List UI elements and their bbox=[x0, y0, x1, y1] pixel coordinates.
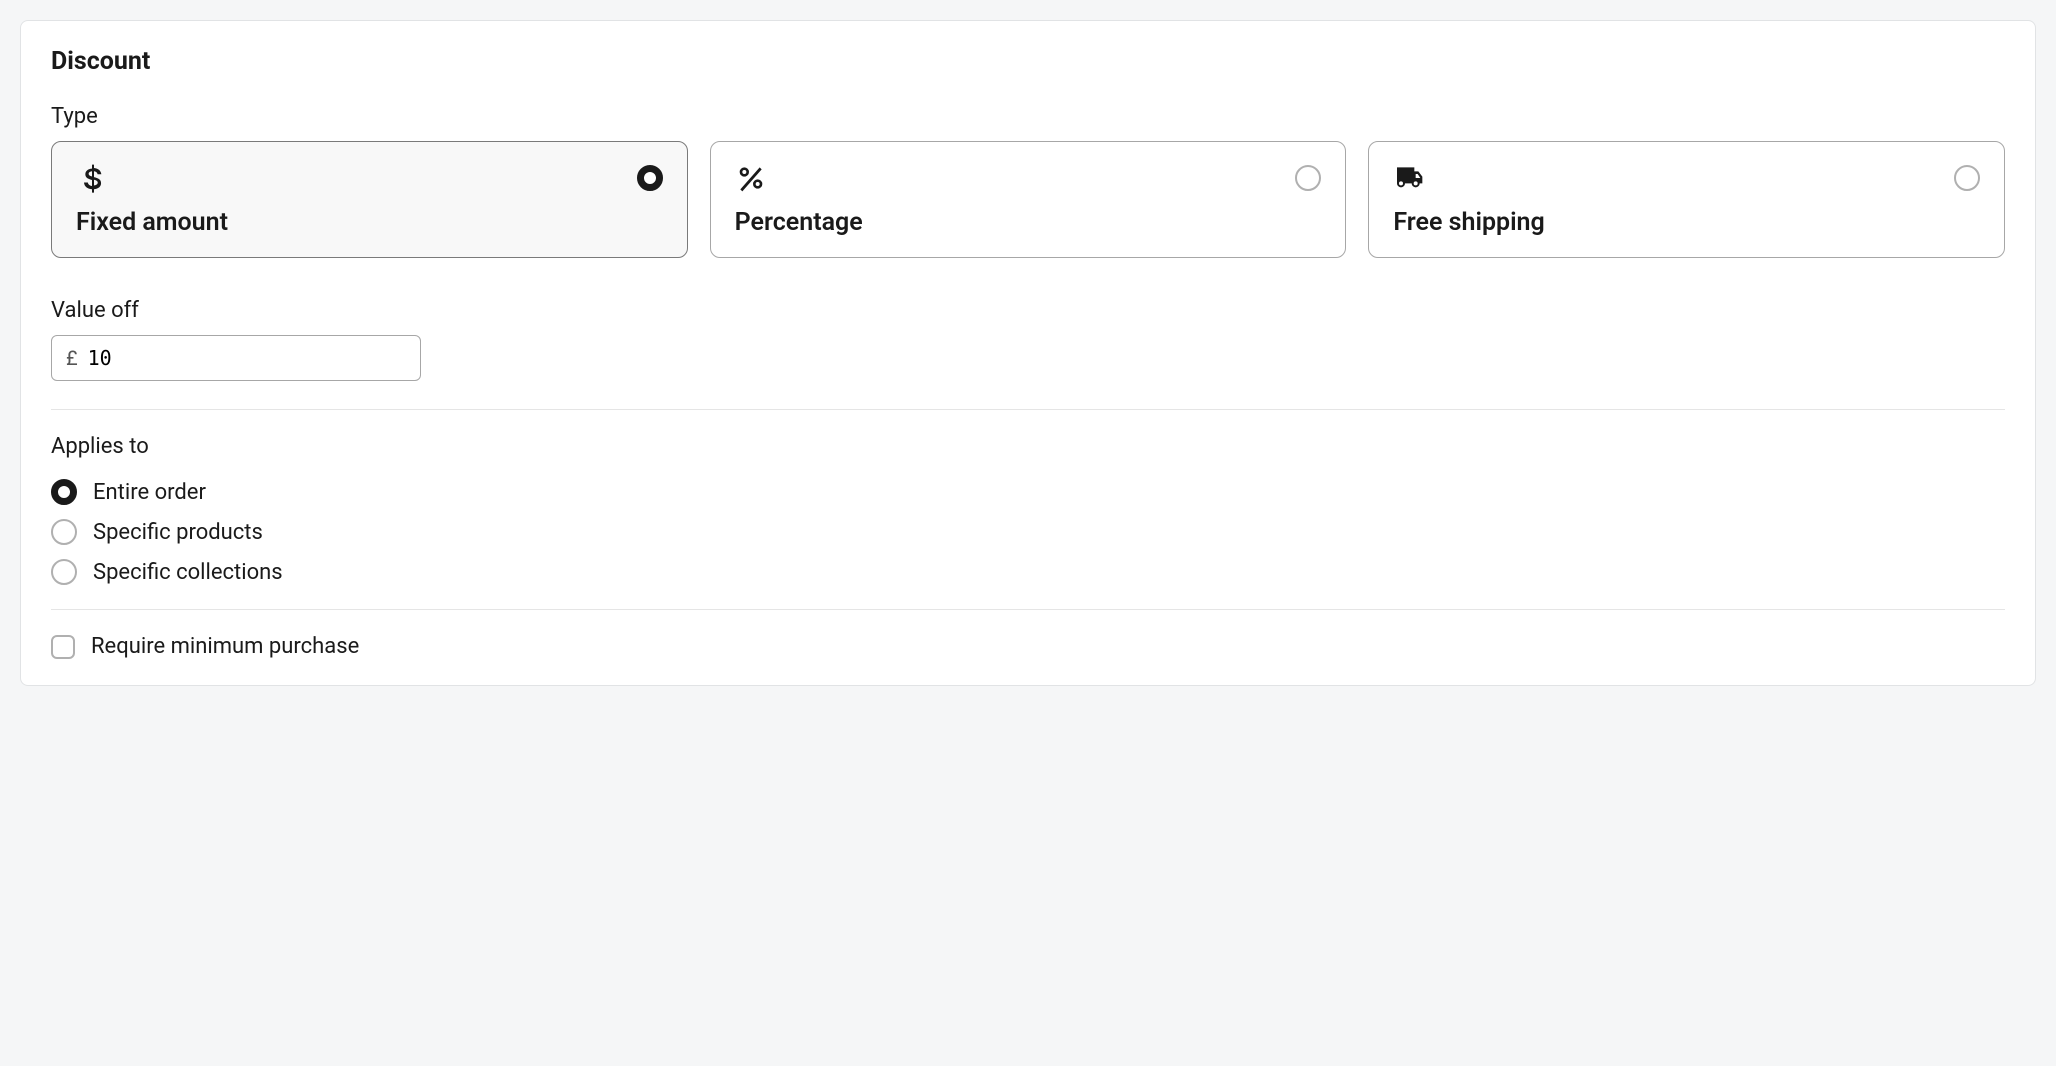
applies-option-entire-order[interactable]: Entire order bbox=[51, 479, 2005, 505]
radio-indicator bbox=[51, 479, 77, 505]
checkbox bbox=[51, 635, 75, 659]
discount-card: Discount Type Fixed amount bbox=[20, 20, 2036, 686]
card-title: Discount bbox=[51, 47, 2005, 76]
divider bbox=[51, 609, 2005, 610]
type-option-percentage[interactable]: Percentage bbox=[710, 141, 1347, 258]
type-label: Type bbox=[51, 104, 2005, 129]
value-off-input[interactable] bbox=[88, 346, 406, 370]
applies-option-specific-products[interactable]: Specific products bbox=[51, 519, 2005, 545]
radio-indicator bbox=[1295, 165, 1321, 191]
require-min-purchase-row[interactable]: Require minimum purchase bbox=[51, 634, 2005, 659]
radio-indicator bbox=[51, 559, 77, 585]
radio-indicator bbox=[1954, 165, 1980, 191]
dollar-icon bbox=[76, 162, 108, 194]
divider bbox=[51, 409, 2005, 410]
value-off-label: Value off bbox=[51, 298, 2005, 323]
percent-icon bbox=[735, 162, 767, 194]
radio-indicator bbox=[51, 519, 77, 545]
type-option-free-shipping[interactable]: Free shipping bbox=[1368, 141, 2005, 258]
type-option-label: Percentage bbox=[735, 208, 1322, 237]
value-off-input-wrapper[interactable]: £ bbox=[51, 335, 421, 381]
truck-icon bbox=[1393, 162, 1425, 194]
applies-option-specific-collections[interactable]: Specific collections bbox=[51, 559, 2005, 585]
type-option-fixed[interactable]: Fixed amount bbox=[51, 141, 688, 258]
type-card-header bbox=[76, 162, 663, 194]
type-option-label: Fixed amount bbox=[76, 208, 663, 237]
type-card-header bbox=[735, 162, 1322, 194]
applies-option-label: Specific products bbox=[93, 520, 263, 545]
type-row: Fixed amount Percentage Fr bbox=[51, 141, 2005, 258]
type-card-header bbox=[1393, 162, 1980, 194]
value-off-section: Value off £ bbox=[51, 298, 2005, 381]
applies-to-label: Applies to bbox=[51, 434, 2005, 459]
radio-indicator bbox=[637, 165, 663, 191]
applies-option-label: Specific collections bbox=[93, 560, 283, 585]
applies-option-label: Entire order bbox=[93, 480, 206, 505]
require-min-purchase-label: Require minimum purchase bbox=[91, 634, 359, 659]
type-option-label: Free shipping bbox=[1393, 208, 1980, 237]
currency-prefix: £ bbox=[66, 346, 78, 370]
type-section: Type Fixed amount Percentage bbox=[51, 104, 2005, 258]
applies-to-section: Applies to Entire order Specific product… bbox=[51, 434, 2005, 585]
